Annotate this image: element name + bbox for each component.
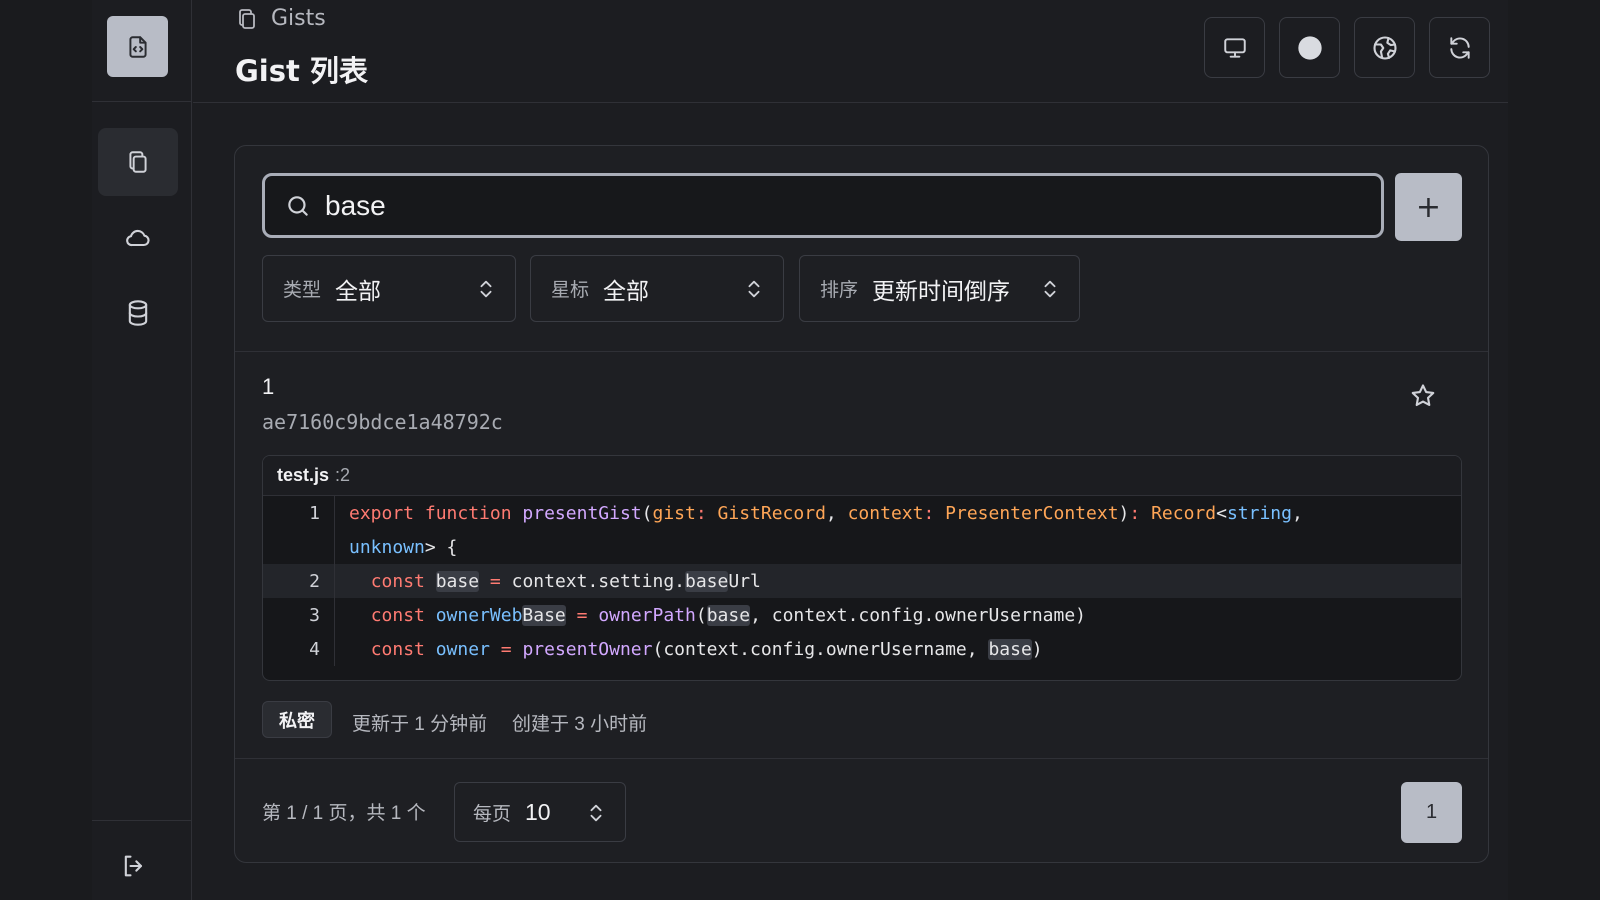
logo-button[interactable] (107, 16, 168, 77)
per-page-value: 10 (525, 798, 551, 825)
sidebar-divider (92, 101, 192, 102)
code-line-ref: :2 (335, 465, 351, 485)
search-input[interactable] (325, 189, 1325, 222)
chevron-up-down-icon (480, 280, 492, 298)
gists-copy-icon (239, 8, 255, 29)
filter-type-select[interactable]: 类型 全部 (262, 255, 516, 322)
database-icon (128, 300, 148, 326)
code-line: 4 const owner = presentOwner(context.con… (263, 632, 1461, 666)
code-line: 1 export function presentGist(gist: GistR… (263, 496, 1461, 530)
circle-theme-icon (1297, 35, 1322, 60)
filter-type-value: 全部 (335, 277, 382, 304)
page-title: Gist 列表 (235, 54, 368, 88)
chevron-up-down-icon (1044, 280, 1056, 298)
divider (235, 351, 1488, 352)
code-body: 1 export function presentGist(gist: GistR… (263, 496, 1461, 666)
refresh-button[interactable] (1429, 17, 1490, 78)
star-icon (1411, 384, 1435, 407)
globe-icon (1372, 35, 1397, 60)
add-gist-button[interactable]: + (1395, 173, 1462, 241)
gist-list-card: + 类型 全部 星标 全部 排序 更新时间倒序 1 ae7160c9bdce1a… (234, 145, 1489, 863)
display-mode-button[interactable] (1204, 17, 1265, 78)
refresh-icon (1449, 36, 1470, 59)
per-page-select[interactable]: 每页 10 (454, 782, 626, 842)
gist-id: ae7160c9bdce1a48792c (262, 410, 503, 434)
code-line-text: const owner = presentOwner(context.confi… (370, 638, 1043, 660)
gists-copy-icon (129, 151, 147, 173)
updated-time: 更新于 1 分钟前 (352, 714, 488, 735)
code-line-number: 1 (263, 496, 335, 530)
star-button[interactable] (1409, 382, 1437, 414)
filter-star-value: 全部 (603, 277, 650, 304)
code-line-text: const ownerWebBase = ownerPath(base, con… (370, 604, 1087, 626)
code-line-text: export function presentGist(gist: GistRe… (349, 502, 1303, 524)
page-header: Gists Gist 列表 (193, 0, 1508, 103)
code-line: 3 const ownerWebBase = ownerPath(base, c… (263, 598, 1461, 632)
breadcrumb-label[interactable]: Gists (271, 6, 326, 31)
sidebar-item-cloud[interactable] (98, 204, 178, 272)
code-line-number: 2 (263, 564, 335, 598)
search-icon (288, 195, 308, 216)
sidebar-item-database[interactable] (98, 279, 178, 347)
divider (235, 758, 1488, 759)
code-line-number (263, 530, 335, 564)
theme-toggle-button[interactable] (1279, 17, 1340, 78)
created-time: 创建于 3 小时前 (512, 714, 648, 735)
code-line: 2 const base = context.setting.baseUrl (263, 564, 1461, 598)
monitor-icon (1223, 37, 1246, 58)
sidebar (92, 0, 192, 900)
code-snippet: test.js :2 1 export function presentGist(… (262, 455, 1462, 681)
code-line-text: const base = context.setting.baseUrl (370, 570, 761, 592)
sidebar-item-gists[interactable] (98, 128, 178, 196)
sort-select[interactable]: 排序 更新时间倒序 (799, 255, 1080, 322)
code-file-name[interactable]: test.js (277, 465, 329, 486)
code-line-number: 4 (263, 632, 335, 666)
chevron-up-down-icon (590, 804, 602, 822)
file-code-icon (128, 35, 147, 58)
language-button[interactable] (1354, 17, 1415, 78)
per-page-label: 每页 (473, 803, 512, 825)
pagination-summary: 第 1 / 1 页，共 1 个 (262, 803, 426, 824)
filter-type-label: 类型 (283, 280, 322, 301)
sidebar-divider (92, 820, 192, 821)
filter-star-select[interactable]: 星标 全部 (530, 255, 784, 322)
logout-icon (124, 855, 143, 877)
code-line: unknown> { (263, 530, 1461, 564)
code-line-text: unknown> { (349, 536, 458, 558)
filter-star-label: 星标 (551, 280, 590, 301)
gist-title[interactable]: 1 (262, 374, 274, 400)
visibility-badge: 私密 (262, 701, 332, 738)
code-file-header: test.js :2 (263, 456, 1461, 496)
cloud-icon (126, 229, 150, 247)
breadcrumb: Gists (235, 6, 326, 31)
sort-value: 更新时间倒序 (872, 277, 1011, 304)
code-line-number: 3 (263, 598, 335, 632)
chevron-up-down-icon (748, 280, 760, 298)
sort-label: 排序 (820, 280, 859, 301)
search-field[interactable] (262, 173, 1384, 238)
page-button-current[interactable]: 1 (1401, 782, 1462, 843)
logout-button[interactable] (120, 852, 148, 884)
